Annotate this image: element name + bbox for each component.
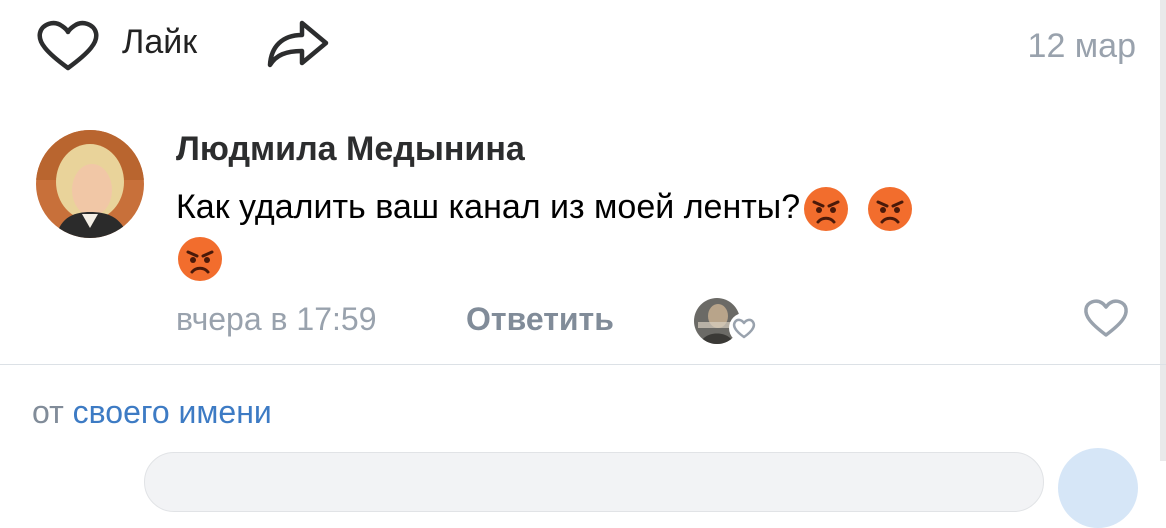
comment-author[interactable]: Людмила Медынина xyxy=(176,126,525,172)
heart-outline-icon[interactable] xyxy=(36,20,100,72)
send-button[interactable] xyxy=(1058,448,1138,528)
comment-text-line-2 xyxy=(176,232,224,283)
like-badge-heart-icon xyxy=(729,313,759,343)
like-button-label[interactable]: Лайк xyxy=(122,20,197,64)
comment-as-row: от своего имени xyxy=(32,390,272,434)
post-date: 12 мар xyxy=(1027,27,1136,65)
reply-button[interactable]: Ответить xyxy=(466,297,614,341)
comment-like-heart-icon[interactable] xyxy=(1083,298,1129,338)
angry-face-emoji xyxy=(868,187,913,232)
identity-selector[interactable]: своего имени xyxy=(73,394,272,430)
angry-face-emoji xyxy=(804,187,849,232)
comment-timestamp: вчера в 17:59 xyxy=(176,301,377,337)
comment-text-line: Как удалить ваш канал из моей ленты? xyxy=(176,182,914,233)
from-label: от xyxy=(32,394,64,430)
commenter-avatar[interactable] xyxy=(36,130,144,238)
avatar-photo xyxy=(36,130,144,238)
angry-face-emoji xyxy=(178,237,222,282)
comment-input[interactable] xyxy=(144,452,1044,512)
comment-text: Как удалить ваш канал из моей ленты? xyxy=(176,188,801,226)
share-arrow-icon[interactable] xyxy=(266,17,330,69)
section-divider xyxy=(0,364,1166,365)
